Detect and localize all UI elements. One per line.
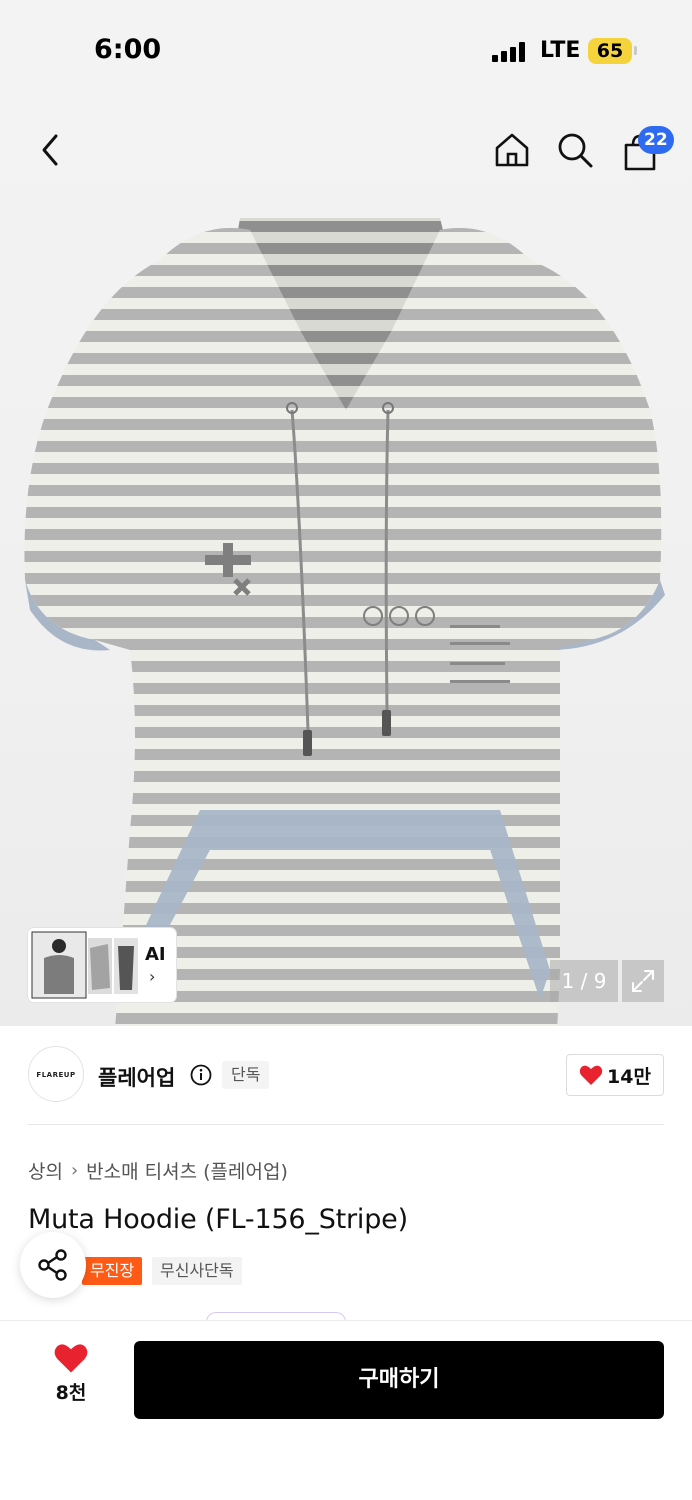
wishlist-count: 8천: [55, 1382, 87, 1404]
brand-like-button[interactable]: 14만: [566, 1054, 664, 1096]
battery-tip: [634, 46, 637, 55]
expand-button[interactable]: [622, 960, 664, 1002]
breadcrumb: 상의 › 반소매 티셔츠 (플레어업): [28, 1157, 288, 1184]
signal-icon: [492, 42, 525, 62]
product-title: Muta Hoodie (FL-156_Stripe): [28, 1204, 408, 1235]
divider: [28, 1124, 664, 1125]
share-button[interactable]: [20, 1232, 86, 1298]
battery-icon: 65: [588, 38, 632, 64]
back-button[interactable]: [28, 128, 72, 172]
heart-icon: [579, 1065, 603, 1085]
info-icon[interactable]: [190, 1064, 212, 1086]
tag-musinsa-exclusive: 무신사단독: [152, 1257, 242, 1285]
cart-count-badge: 22: [638, 126, 674, 154]
ai-label[interactable]: AI: [145, 944, 166, 965]
brand-logo[interactable]: FLAREUP: [28, 1046, 84, 1102]
image-pager: 1 / 9: [550, 960, 618, 1002]
buy-button[interactable]: 구매하기: [134, 1341, 664, 1419]
thumbnail-images: [31, 931, 138, 999]
network-label: LTE: [540, 38, 581, 63]
search-button[interactable]: [553, 128, 597, 172]
chevron-right-icon: ›: [149, 967, 156, 986]
brand-name[interactable]: 플레어업: [98, 1062, 175, 1092]
breadcrumb-subcategory[interactable]: 반소매 티셔츠 (플레어업): [86, 1157, 288, 1184]
home-icon: [495, 133, 529, 167]
tag-mujinjang: 무진장: [82, 1257, 143, 1285]
ai-thumbnail-strip[interactable]: [28, 928, 176, 1002]
chevron-left-icon: [42, 134, 58, 166]
product-image[interactable]: [0, 210, 692, 1026]
exclusive-tag: 단독: [222, 1061, 270, 1089]
search-icon: [558, 133, 593, 168]
share-icon: [38, 1249, 67, 1281]
chevron-right-icon: ›: [70, 1160, 79, 1181]
breadcrumb-category[interactable]: 상의: [28, 1157, 63, 1184]
wishlist-button[interactable]: 8천: [40, 1342, 102, 1418]
brand-like-count: 14만: [607, 1065, 651, 1088]
product-gallery[interactable]: [0, 100, 692, 1026]
status-time: 6:00: [94, 34, 162, 65]
heart-icon: [54, 1344, 88, 1373]
expand-icon: [632, 970, 654, 992]
home-button[interactable]: [490, 128, 534, 172]
status-bar: 6:00 LTE 65: [0, 0, 692, 100]
